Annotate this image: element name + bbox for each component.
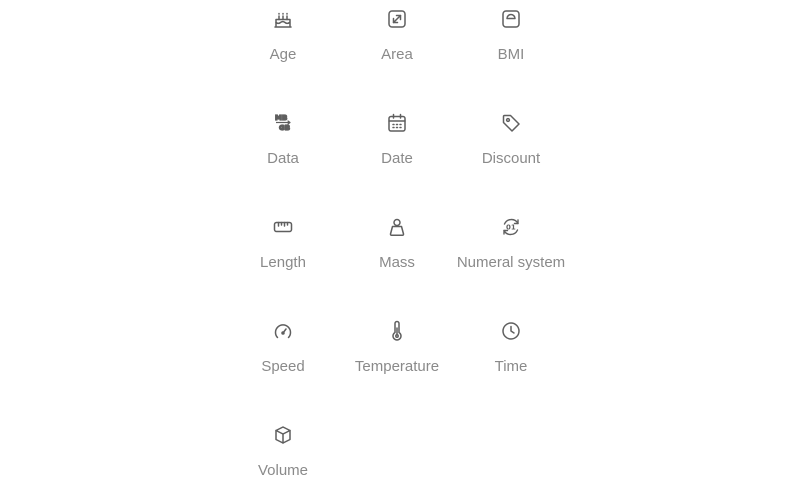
converter-label: Length bbox=[260, 254, 306, 271]
converter-label: Area bbox=[381, 46, 413, 63]
converter-label: Data bbox=[267, 150, 299, 167]
converter-label: Speed bbox=[261, 358, 305, 375]
clock-icon bbox=[500, 320, 522, 342]
converter-mass[interactable]: Mass bbox=[340, 208, 454, 312]
converter-volume[interactable]: Volume bbox=[226, 416, 340, 500]
converter-age[interactable]: Age bbox=[226, 0, 340, 104]
converter-label: Date bbox=[381, 150, 413, 167]
converter-label: Age bbox=[269, 46, 297, 63]
scale-icon bbox=[500, 8, 522, 30]
icon-text-mb: MB bbox=[275, 114, 287, 122]
weight-icon bbox=[386, 216, 408, 238]
converter-label: BMI bbox=[497, 46, 525, 63]
cake-icon bbox=[272, 8, 294, 30]
converter-speed[interactable]: Speed bbox=[226, 312, 340, 416]
converter-label: Time bbox=[494, 358, 528, 375]
converter-temperature[interactable]: Temperature bbox=[340, 312, 454, 416]
converter-date[interactable]: Date bbox=[340, 104, 454, 208]
numeral-cycle-icon: 01 bbox=[500, 216, 522, 238]
converter-label: Volume bbox=[257, 462, 309, 479]
converter-grid: Age Area BMI MB GB Data Date Discount Le… bbox=[226, 0, 568, 500]
converter-bmi[interactable]: BMI bbox=[454, 0, 568, 104]
converter-label: Discount bbox=[481, 150, 541, 167]
converter-numeral-system[interactable]: 01 Numeral system bbox=[454, 208, 568, 312]
converter-label: Temperature bbox=[354, 358, 440, 375]
converter-time[interactable]: Time bbox=[454, 312, 568, 416]
expand-arrows-icon bbox=[386, 8, 408, 30]
speedometer-icon bbox=[272, 320, 294, 342]
tag-icon bbox=[500, 112, 522, 134]
icon-text-gb: GB bbox=[279, 124, 290, 132]
thermometer-icon bbox=[386, 320, 408, 342]
mb-gb-icon: MB GB bbox=[272, 112, 294, 134]
icon-text-01: 01 bbox=[506, 224, 516, 232]
converter-area[interactable]: Area bbox=[340, 0, 454, 104]
converter-length[interactable]: Length bbox=[226, 208, 340, 312]
converter-label: Numeral system bbox=[456, 254, 566, 271]
converter-data[interactable]: MB GB Data bbox=[226, 104, 340, 208]
calendar-icon bbox=[386, 112, 408, 134]
converter-discount[interactable]: Discount bbox=[454, 104, 568, 208]
cube-icon bbox=[272, 424, 294, 446]
converter-label: Mass bbox=[379, 254, 415, 271]
ruler-icon bbox=[272, 216, 294, 238]
